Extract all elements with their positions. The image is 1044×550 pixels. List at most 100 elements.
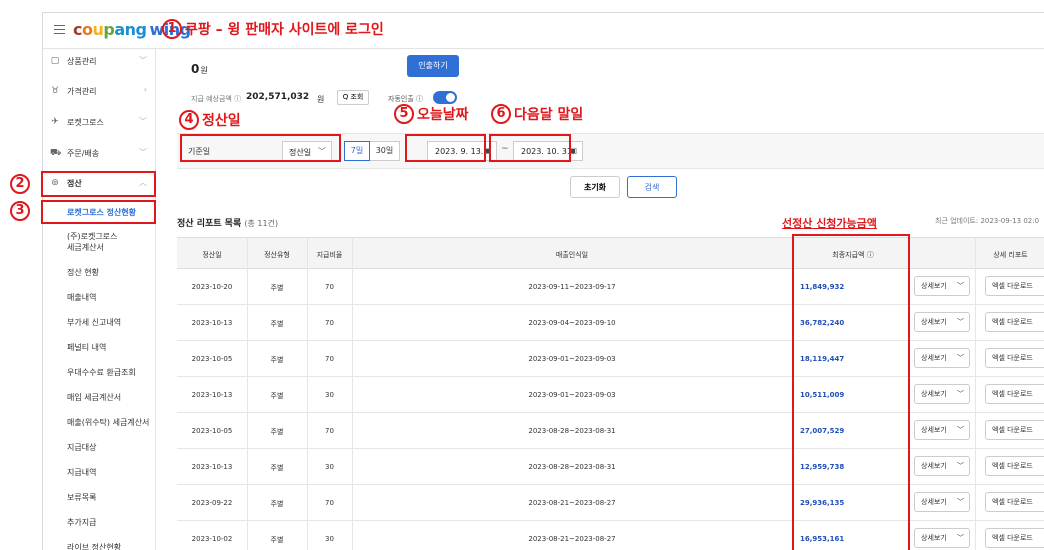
- cell-settle-date: 2023-09-22: [191, 499, 233, 507]
- detail-view-label: 상세보기: [921, 282, 947, 290]
- auto-withdraw-toggle[interactable]: [433, 91, 457, 104]
- chevron-down-icon: ﹀: [957, 282, 964, 290]
- sidebar-sub-live-settlement[interactable]: 라이브 정산현황: [67, 542, 121, 550]
- detail-view-label: 상세보기: [921, 426, 947, 434]
- sidebar-item-price[interactable]: ♉ 가격관리 ›: [42, 81, 155, 101]
- annotation-text: 정산일: [202, 113, 241, 129]
- chevron-down-icon: ﹀: [957, 390, 964, 398]
- sidebar-item-order[interactable]: ⛟ 주문/배송 ﹀: [42, 143, 155, 163]
- logo-letter: c: [73, 20, 82, 39]
- sidebar-sub-payment-target[interactable]: 지급대상: [67, 442, 96, 453]
- logo-letter: o: [81, 20, 93, 39]
- chevron-down-icon: ﹀: [139, 56, 147, 65]
- detail-view-dropdown[interactable]: 상세보기 ﹀: [914, 348, 970, 368]
- cell-settle-type: 주별: [270, 428, 284, 436]
- annotation-1: 1 쿠팡 – 윙 판매자 사이트에 로그인: [162, 19, 384, 39]
- sidebar-sub-rocket-tax-invoice-2[interactable]: 세금계산서: [67, 242, 104, 253]
- reset-button[interactable]: 초기화: [570, 176, 620, 198]
- annotation-text: 오늘날짜: [417, 107, 469, 123]
- expected-unit: 원: [317, 95, 325, 104]
- cell-ratio: 30: [325, 535, 334, 543]
- cell-settle-date: 2023-10-20: [191, 283, 233, 291]
- sidebar-sub-rocket-tax-invoice[interactable]: (주)로켓그로스: [67, 231, 117, 242]
- sidebar-sub-purchase-invoice[interactable]: 매입 세금계산서: [67, 392, 121, 403]
- cell-settle-date: 2023-10-13: [191, 319, 233, 327]
- excel-download-button[interactable]: 엑셀 다운로드: [985, 492, 1044, 512]
- highlight-box-settlement: [41, 171, 156, 197]
- cell-sales-period: 2023-09-04~2023-09-10: [528, 319, 616, 327]
- annotation-5: 5 오늘날짜: [394, 104, 469, 124]
- detail-view-dropdown[interactable]: 상세보기 ﹀: [914, 312, 970, 332]
- excel-download-button[interactable]: 엑셀 다운로드: [985, 312, 1044, 332]
- annotation-amount-note: 선정산 신청가능금액: [782, 215, 877, 231]
- detail-view-label: 상세보기: [921, 318, 947, 326]
- detail-view-label: 상세보기: [921, 390, 947, 398]
- list-title: 정산 리포트 목록 (총 11건): [177, 216, 278, 229]
- cell-settle-type: 주별: [270, 500, 284, 508]
- withdraw-button[interactable]: 인출하기: [407, 55, 459, 77]
- cell-ratio: 30: [325, 463, 334, 471]
- sidebar-sub-penalty[interactable]: 페널티 내역: [67, 342, 106, 353]
- cell-settle-type: 주별: [270, 464, 284, 472]
- sidebar-item-label: 가격관리: [67, 87, 97, 96]
- list-title-text: 정산 리포트 목록: [177, 219, 242, 229]
- main-content: 0원 인출하기 지급 예상금액 ⓘ 202,571,032 원 Q 조회 자동인…: [157, 49, 1044, 550]
- annotation-number: 4: [179, 110, 199, 130]
- sidebar-sub-sales[interactable]: 매출내역: [67, 292, 96, 303]
- sidebar-sub-payment-history[interactable]: 지급내역: [67, 467, 96, 478]
- sidebar-item-product[interactable]: ▢ 상품관리 ﹀: [42, 51, 155, 71]
- detail-view-label: 상세보기: [921, 354, 947, 362]
- cell-settle-type: 주별: [270, 392, 284, 400]
- truck-icon: ⛟: [50, 148, 62, 158]
- cell-ratio: 70: [325, 319, 334, 327]
- expected-value: 202,571,032: [246, 92, 310, 102]
- detail-view-dropdown[interactable]: 상세보기 ﹀: [914, 528, 970, 548]
- annotation-number: 6: [491, 104, 511, 124]
- cell-settle-type: 주별: [270, 536, 284, 544]
- cell-sales-period: 2023-08-21~2023-08-27: [528, 499, 616, 507]
- detail-view-dropdown[interactable]: 상세보기 ﹀: [914, 492, 970, 512]
- search-button[interactable]: 검색: [627, 176, 677, 198]
- sidebar-item-label: 로켓그로스: [67, 118, 104, 127]
- sidebar-item-rocketgrowth[interactable]: ✈ 로켓그로스 ﹀: [42, 112, 155, 132]
- detail-view-dropdown[interactable]: 상세보기 ﹀: [914, 384, 970, 404]
- excel-download-button[interactable]: 엑셀 다운로드: [985, 384, 1044, 404]
- header-settle-date: 정산일: [202, 251, 222, 259]
- expected-label: 지급 예상금액 ⓘ: [191, 95, 242, 103]
- header-settle-type: 정산유형: [264, 251, 290, 259]
- query-button[interactable]: Q 조회: [337, 90, 369, 105]
- sidebar-sub-sales-invoice[interactable]: 매출(위수탁) 세금계산서: [67, 417, 149, 428]
- detail-view-dropdown[interactable]: 상세보기 ﹀: [914, 276, 970, 296]
- cell-settle-type: 주별: [270, 284, 284, 292]
- excel-download-button[interactable]: 엑셀 다운로드: [985, 348, 1044, 368]
- excel-download-button[interactable]: 엑셀 다운로드: [985, 276, 1044, 296]
- sidebar-sub-additional-payment[interactable]: 추가지급: [67, 517, 96, 528]
- excel-download-button[interactable]: 엑셀 다운로드: [985, 456, 1044, 476]
- table-row: 2023-09-22 주별 70 2023-08-21~2023-08-27 29,93…: [177, 485, 1044, 521]
- excel-download-button[interactable]: 엑셀 다운로드: [985, 420, 1044, 440]
- table-row: 2023-10-20 주별 70 2023-09-11~2023-09-17 11,84…: [177, 269, 1044, 305]
- detail-view-label: 상세보기: [921, 462, 947, 470]
- cell-sales-period: 2023-09-01~2023-09-03: [528, 391, 616, 399]
- sidebar-sub-fee-refund[interactable]: 우대수수료 환급조회: [67, 367, 136, 378]
- menu-icon[interactable]: [54, 25, 65, 34]
- detail-view-dropdown[interactable]: 상세보기 ﹀: [914, 420, 970, 440]
- range-7-days-button[interactable]: 7일: [344, 141, 370, 161]
- cell-sales-period: 2023-09-11~2023-09-17: [528, 283, 616, 291]
- highlight-box-date-to: [489, 134, 571, 162]
- excel-download-button[interactable]: 엑셀 다운로드: [985, 528, 1044, 548]
- detail-view-dropdown[interactable]: 상세보기 ﹀: [914, 456, 970, 476]
- header-ratio: 지급비율: [316, 251, 343, 259]
- chevron-down-icon: ﹀: [957, 426, 964, 434]
- range-30-days-button[interactable]: 30일: [370, 141, 400, 161]
- annotation-4: 4 정산일: [179, 110, 241, 130]
- cell-settle-date: 2023-10-05: [191, 355, 233, 363]
- sidebar-sub-settlement-status[interactable]: 정산 현황: [67, 267, 99, 278]
- cell-settle-date: 2023-10-05: [191, 427, 233, 435]
- rocket-icon: ✈: [51, 117, 59, 127]
- chevron-down-icon: ﹀: [957, 354, 964, 362]
- chevron-down-icon: ﹀: [139, 148, 147, 157]
- sidebar-sub-vat[interactable]: 부가세 신고내역: [67, 317, 121, 328]
- auto-withdraw-label: 자동인출 ⓘ: [388, 95, 423, 103]
- sidebar-sub-hold-list[interactable]: 보류목록: [67, 492, 96, 503]
